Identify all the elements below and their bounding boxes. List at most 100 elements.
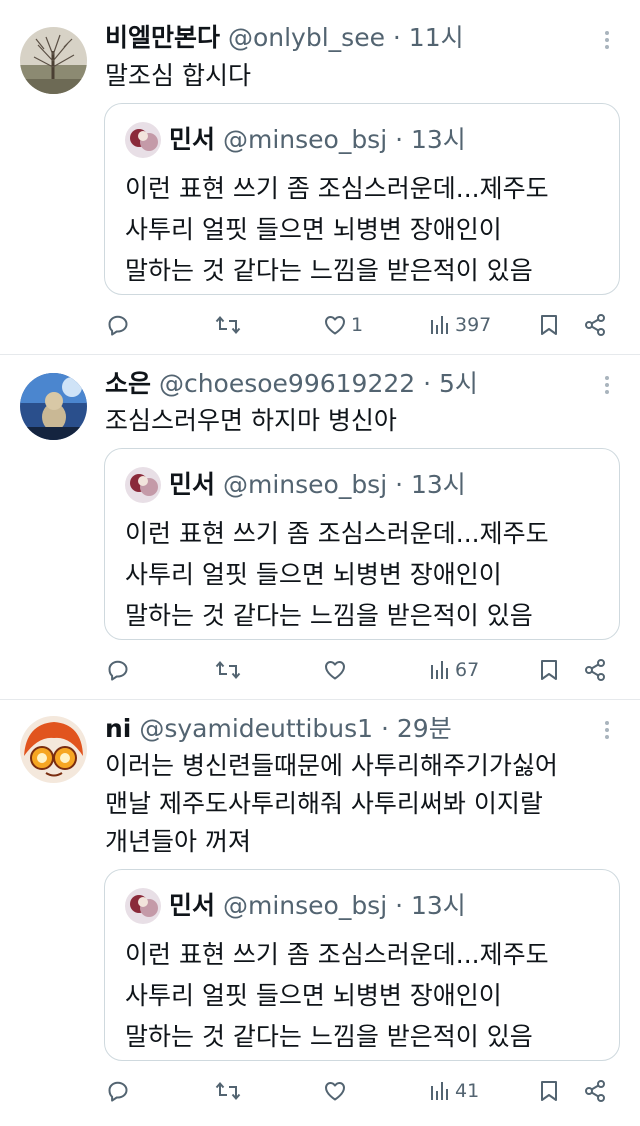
- action-bar: 67: [0, 655, 640, 685]
- action-bar: 41: [0, 1076, 640, 1106]
- user-handle[interactable]: @onlybl_see: [228, 23, 385, 52]
- bookmark-icon: [541, 315, 557, 335]
- quote-text-line: 이런 표현 쓰기 좀 조심스러운데...제주도: [125, 940, 549, 969]
- quote-text-line: 사투리 얼핏 들으면 뇌병변 장애인이: [125, 981, 502, 1010]
- reply-icon: [108, 1081, 128, 1102]
- tweet-header: 비엘만본다 @onlybl_see · 11시: [105, 21, 464, 55]
- quote-header: 민서 @minseo_bsj · 13시: [169, 889, 466, 923]
- tweet-text-line: 이러는 병신련들때문에 사투리해주기가싫어: [105, 751, 558, 780]
- bookmark-icon: [541, 1081, 557, 1101]
- timestamp[interactable]: 11시: [409, 23, 464, 52]
- display-name[interactable]: 민서: [169, 470, 215, 499]
- quote-text-line: 말하는 것 같다는 느낌을 받은적이 있음: [125, 601, 533, 630]
- quote-tweet[interactable]: 민서 @minseo_bsj · 13시 이런 표현 쓰기 좀 조심스러운데..…: [104, 103, 620, 295]
- user-handle[interactable]: @minseo_bsj: [223, 125, 387, 154]
- tweet[interactable]: 소은 @choesoe99619222 · 5시 조심스러우면 하지마 병신아 …: [0, 355, 640, 699]
- tweet[interactable]: 비엘만본다 @onlybl_see · 11시 말조심 합시다 민서 @mins…: [0, 0, 640, 354]
- reply-icon: [108, 660, 128, 681]
- avatar[interactable]: [20, 373, 87, 440]
- display-name[interactable]: 민서: [169, 125, 215, 154]
- tweet-text: 말조심 합시다: [105, 57, 251, 95]
- timestamp[interactable]: 29분: [397, 714, 452, 743]
- avatar[interactable]: [125, 467, 161, 503]
- retweet-icon: [215, 660, 241, 680]
- reply-icon: [108, 315, 128, 336]
- user-handle[interactable]: @choesoe99619222: [159, 369, 415, 398]
- bookmark-icon: [541, 660, 557, 680]
- views-icon: [431, 1082, 448, 1100]
- quote-text-line: 말하는 것 같다는 느낌을 받은적이 있음: [125, 1022, 533, 1051]
- separator: ·: [415, 369, 440, 398]
- like-button[interactable]: 1: [323, 310, 363, 340]
- tweet-text-line: 맨날 제주도사투리해줘 사투리써봐 이지랄: [105, 789, 543, 818]
- like-button[interactable]: [323, 655, 351, 685]
- share-button[interactable]: [583, 310, 607, 340]
- reply-button[interactable]: [106, 310, 130, 340]
- display-name[interactable]: 비엘만본다: [105, 23, 220, 52]
- heart-icon: [325, 316, 345, 335]
- views-button[interactable]: 397: [429, 310, 491, 340]
- views-button[interactable]: 67: [429, 655, 479, 685]
- avatar[interactable]: [125, 122, 161, 158]
- view-count: 67: [455, 659, 480, 681]
- share-button[interactable]: [583, 1076, 607, 1106]
- quote-text-line: 이런 표현 쓰기 좀 조심스러운데...제주도: [125, 519, 549, 548]
- timestamp[interactable]: 13시: [411, 125, 466, 154]
- views-button[interactable]: 41: [429, 1076, 479, 1106]
- quote-text: 이런 표현 쓰기 좀 조심스러운데...제주도 사투리 얼핏 들으면 뇌병변 장…: [125, 934, 549, 1057]
- separator: ·: [373, 714, 397, 743]
- tweet-text: 조심스러우면 하지마 병신아: [105, 402, 397, 440]
- share-button[interactable]: [583, 655, 607, 685]
- views-icon: [431, 661, 448, 679]
- timestamp[interactable]: 13시: [411, 470, 466, 499]
- share-icon: [585, 1080, 605, 1102]
- bookmark-button[interactable]: [538, 310, 560, 340]
- user-handle[interactable]: @minseo_bsj: [223, 891, 387, 920]
- action-bar: 1 397: [0, 310, 640, 340]
- more-icon[interactable]: [598, 718, 616, 748]
- display-name[interactable]: 민서: [169, 891, 215, 920]
- share-icon: [585, 314, 605, 336]
- user-handle[interactable]: @syamideuttibus1: [139, 714, 373, 743]
- retweet-button[interactable]: [215, 310, 241, 340]
- quote-tweet[interactable]: 민서 @minseo_bsj · 13시 이런 표현 쓰기 좀 조심스러운데..…: [104, 869, 620, 1061]
- quote-header: 민서 @minseo_bsj · 13시: [169, 468, 466, 502]
- quote-text-line: 말하는 것 같다는 느낌을 받은적이 있음: [125, 256, 533, 285]
- tweet-text-line: 개년들아 꺼져: [105, 827, 251, 856]
- quote-tweet[interactable]: 민서 @minseo_bsj · 13시 이런 표현 쓰기 좀 조심스러운데..…: [104, 448, 620, 640]
- quote-text-line: 이런 표현 쓰기 좀 조심스러운데...제주도: [125, 174, 549, 203]
- quote-text: 이런 표현 쓰기 좀 조심스러운데...제주도 사투리 얼핏 들으면 뇌병변 장…: [125, 513, 549, 636]
- tweet-header: ni @syamideuttibus1 · 29분: [105, 712, 452, 746]
- display-name[interactable]: 소은: [105, 369, 151, 398]
- display-name[interactable]: ni: [105, 714, 131, 743]
- like-count: 1: [351, 314, 364, 336]
- avatar[interactable]: [20, 27, 87, 94]
- quote-header: 민서 @minseo_bsj · 13시: [169, 123, 466, 157]
- avatar[interactable]: [20, 716, 87, 783]
- retweet-icon: [215, 315, 241, 335]
- retweet-icon: [215, 1081, 241, 1101]
- heart-icon: [325, 661, 345, 680]
- avatar[interactable]: [125, 888, 161, 924]
- reply-button[interactable]: [106, 1076, 130, 1106]
- tweet[interactable]: ni @syamideuttibus1 · 29분 이러는 병신련들때문에 사투…: [0, 700, 640, 1126]
- tweet-text-line: 말조심 합시다: [105, 61, 251, 90]
- like-button[interactable]: [323, 1076, 351, 1106]
- more-icon[interactable]: [598, 373, 616, 403]
- tweet-header: 소은 @choesoe99619222 · 5시: [105, 367, 478, 401]
- separator: ·: [387, 125, 411, 154]
- view-count: 397: [455, 314, 492, 336]
- quote-text-line: 사투리 얼핏 들으면 뇌병변 장애인이: [125, 215, 502, 244]
- quote-text: 이런 표현 쓰기 좀 조심스러운데...제주도 사투리 얼핏 들으면 뇌병변 장…: [125, 168, 549, 291]
- retweet-button[interactable]: [215, 655, 241, 685]
- bookmark-button[interactable]: [538, 1076, 560, 1106]
- user-handle[interactable]: @minseo_bsj: [223, 470, 387, 499]
- timestamp[interactable]: 13시: [411, 891, 466, 920]
- separator: ·: [387, 470, 411, 499]
- reply-button[interactable]: [106, 655, 130, 685]
- views-icon: [431, 316, 448, 334]
- timestamp[interactable]: 5시: [439, 369, 478, 398]
- bookmark-button[interactable]: [538, 655, 560, 685]
- retweet-button[interactable]: [215, 1076, 241, 1106]
- more-icon[interactable]: [598, 28, 616, 58]
